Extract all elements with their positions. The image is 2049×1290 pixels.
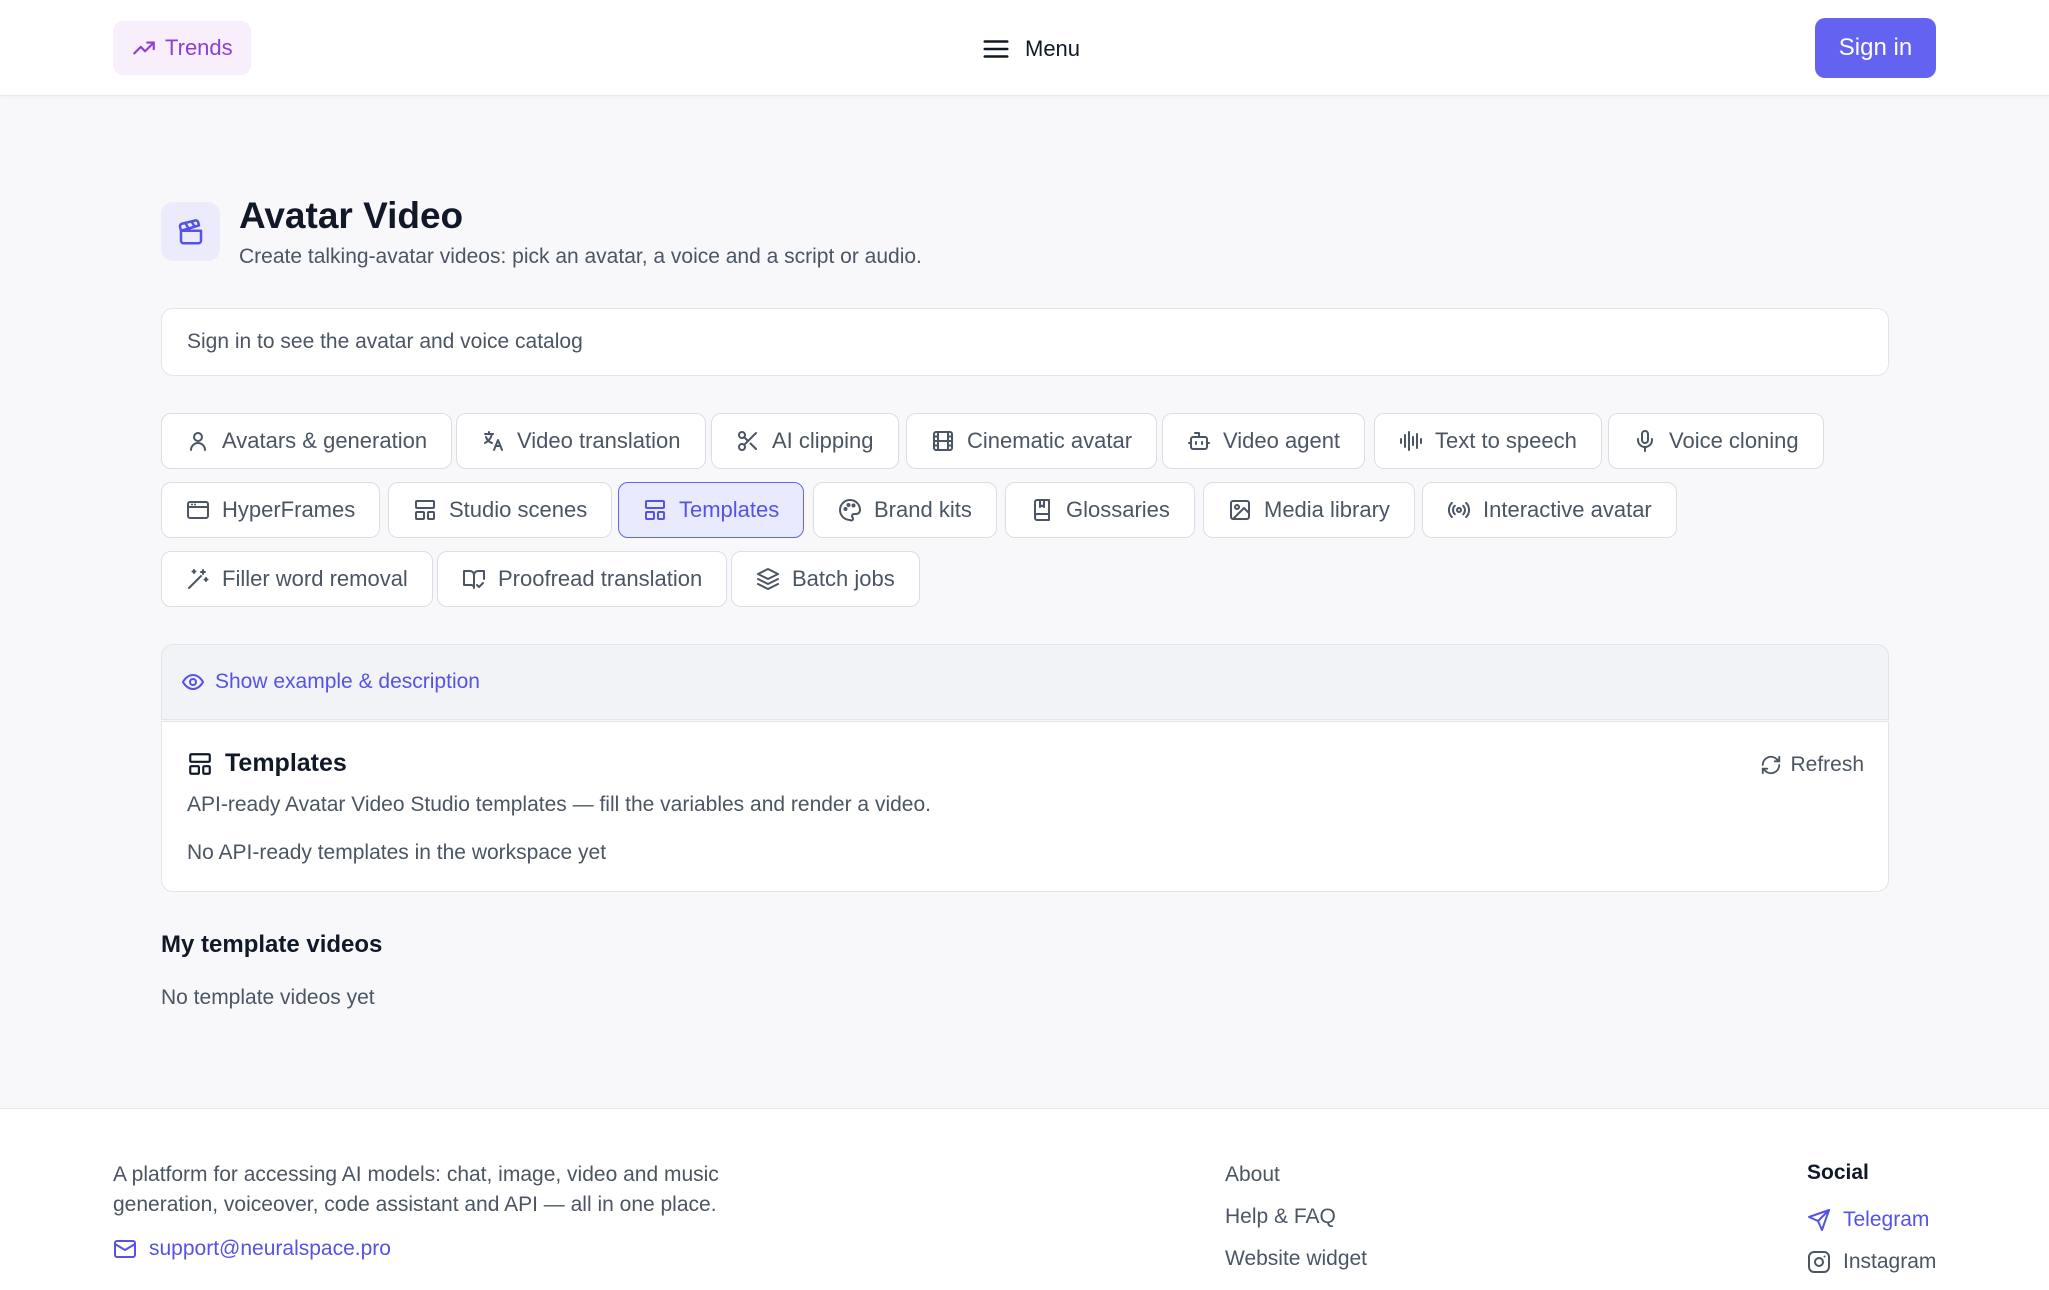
magic-wand-icon [188, 569, 209, 589]
footer: A platform for accessing AI models: chat… [0, 1108, 2049, 1290]
templates-description: API-ready Avatar Video Studio templates … [187, 793, 931, 816]
social-title: Social [1807, 1161, 1869, 1184]
layout-icon [645, 500, 665, 520]
footer-description: A platform for accessing AI models: chat… [113, 1163, 719, 1216]
tab-voice-cloning[interactable]: Voice cloning [1608, 413, 1824, 469]
footer-link-about[interactable]: About [1225, 1163, 1280, 1187]
tab-interactive-avatar[interactable]: Interactive avatar [1422, 482, 1677, 538]
tab-proofread-translation[interactable]: Proofread translation [437, 551, 728, 607]
audio-wave-icon [1400, 431, 1422, 451]
templates-empty-state: No API-ready templates in the workspace … [187, 841, 607, 864]
tab-text-to-speech[interactable]: Text to speech [1374, 413, 1602, 469]
telegram-icon [1808, 1209, 1830, 1231]
tab-label: Cinematic avatar [967, 428, 1133, 453]
page-title: Avatar Video [239, 195, 464, 236]
tab-label: Filler word removal [222, 566, 408, 591]
tab-label: Batch jobs [792, 566, 895, 591]
tab-label: Voice cloning [1669, 428, 1799, 453]
tab-studio-scenes[interactable]: Studio scenes [388, 482, 613, 538]
layout-icon [415, 500, 435, 520]
tab-label: Interactive avatar [1483, 497, 1652, 522]
scissors-icon [738, 431, 757, 451]
hamburger-icon [983, 40, 1009, 58]
microphone-icon [1637, 430, 1653, 452]
tab-label: Proofread translation [498, 566, 703, 591]
tab-label: Video translation [517, 428, 681, 453]
tab-media-library[interactable]: Media library [1203, 482, 1415, 538]
tab-avatars-generation[interactable]: Avatars & generation [161, 413, 453, 469]
tab-filler-word-removal[interactable]: Filler word removal [161, 551, 433, 607]
menu-button[interactable]: Menu [981, 30, 1080, 68]
telegram-label: Telegram [1843, 1208, 1930, 1231]
tab-batch-jobs[interactable]: Batch jobs [731, 551, 920, 607]
browser-window-icon [187, 501, 209, 519]
refresh-icon [1762, 755, 1781, 775]
my-template-videos-title: My template videos [161, 931, 383, 958]
templates-heading: Templates [187, 749, 347, 778]
layers-icon [757, 568, 779, 590]
film-icon [933, 431, 953, 451]
tab-glossaries[interactable]: Glossaries [1005, 482, 1195, 538]
mail-icon [114, 1240, 136, 1258]
tab-label: AI clipping [772, 428, 874, 453]
tab-label: Avatars & generation [222, 428, 428, 453]
tab-brand-kits[interactable]: Brand kits [813, 482, 997, 538]
my-template-videos-empty: No template videos yet [161, 986, 375, 1009]
social-link-instagram[interactable]: Instagram [1807, 1250, 1936, 1274]
refresh-label: Refresh [1790, 753, 1864, 776]
eye-icon [182, 674, 204, 690]
instagram-icon [1808, 1251, 1830, 1273]
robot-icon [1188, 432, 1210, 450]
page-subtitle: Create talking-avatar videos: pick an av… [239, 245, 922, 268]
tab-ai-clipping[interactable]: AI clipping [711, 413, 899, 469]
tab-label: HyperFrames [222, 497, 356, 522]
catalog-notice-text: Sign in to see the avatar and voice cata… [187, 330, 583, 353]
book-check-icon [463, 570, 485, 589]
catalog-notice: Sign in to see the avatar and voice cata… [161, 308, 1889, 376]
tab-label: Text to speech [1435, 428, 1577, 453]
templates-title: Templates [225, 749, 347, 777]
tab-label: Templates [679, 497, 780, 522]
broadcast-icon [1447, 501, 1471, 519]
trending-up-icon [133, 41, 155, 55]
tab-label: Glossaries [1066, 497, 1170, 522]
user-icon [190, 432, 206, 451]
top-header: Trends Menu Sign in [0, 0, 2049, 96]
support-email: support@neuralspace.pro [149, 1237, 391, 1260]
tab-video-agent[interactable]: Video agent [1162, 413, 1366, 469]
instagram-label: Instagram [1843, 1250, 1937, 1273]
templates-panel: Templates Refresh API-ready Avatar Video… [161, 721, 1889, 892]
trends-button[interactable]: Trends [113, 21, 251, 75]
tab-cinematic-avatar[interactable]: Cinematic avatar [906, 413, 1158, 469]
image-icon [1230, 500, 1250, 520]
menu-label: Menu [1025, 36, 1081, 61]
tab-hyperframes[interactable]: HyperFrames [161, 482, 381, 538]
palette-icon [839, 499, 861, 522]
support-email-link[interactable]: support@neuralspace.pro [113, 1237, 391, 1261]
book-icon [1034, 499, 1050, 521]
footer-link-website-widget[interactable]: Website widget [1225, 1247, 1367, 1271]
show-example-label: Show example & description [215, 670, 480, 693]
tab-label: Studio scenes [449, 497, 588, 522]
translate-icon [484, 431, 503, 451]
footer-link-help-faq[interactable]: Help & FAQ [1225, 1205, 1336, 1229]
tab-label: Video agent [1223, 428, 1341, 453]
tab-label: Brand kits [874, 497, 972, 522]
tab-templates[interactable]: Templates [618, 482, 805, 538]
tab-label: Media library [1264, 497, 1390, 522]
tab-video-translation[interactable]: Video translation [456, 413, 706, 469]
trends-label: Trends [165, 35, 233, 60]
show-example-toggle[interactable]: Show example & description [161, 644, 1889, 720]
refresh-button[interactable]: Refresh [1760, 753, 1864, 777]
sign-in-button[interactable]: Sign in [1815, 18, 1936, 78]
clapperboard-icon [161, 202, 220, 261]
layout-icon [189, 752, 211, 775]
social-link-telegram[interactable]: Telegram [1807, 1208, 1929, 1232]
